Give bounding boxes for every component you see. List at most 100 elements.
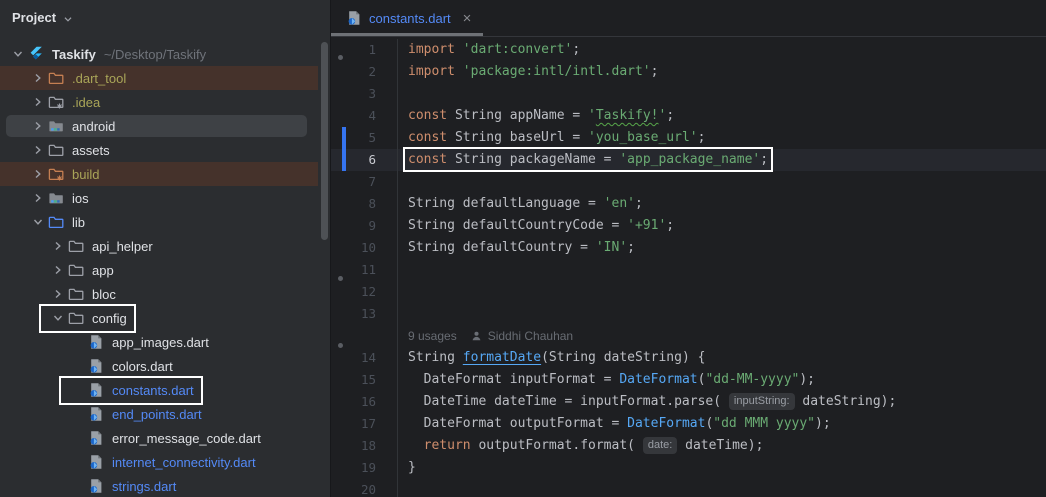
tree-item-end-points-dart[interactable]: end_points.dart bbox=[0, 402, 330, 426]
code-text[interactable]: } bbox=[398, 457, 416, 479]
folder-blue-icon bbox=[48, 214, 64, 230]
tree-item-ios[interactable]: ios bbox=[0, 186, 330, 210]
tree-item-constants-dart[interactable]: constants.dart bbox=[0, 378, 330, 402]
code-text[interactable] bbox=[398, 479, 408, 497]
code-vision-hint[interactable]: 9 usages Siddhi Chauhan bbox=[398, 325, 573, 347]
code-text[interactable]: const String baseUrl = 'you_base_url'; bbox=[398, 127, 705, 149]
project-scrollbar-thumb[interactable] bbox=[321, 42, 328, 240]
tree-item--idea[interactable]: .idea bbox=[0, 90, 330, 114]
chevron-right-icon[interactable] bbox=[28, 118, 48, 134]
code-text[interactable] bbox=[398, 171, 408, 193]
chevron-right-icon[interactable] bbox=[28, 94, 48, 110]
editor-gutter[interactable]: 12 bbox=[331, 281, 398, 303]
editor-gutter[interactable]: 3 bbox=[331, 83, 398, 105]
tree-item-label: error_message_code.dart bbox=[112, 431, 261, 446]
editor-gutter[interactable]: 20 bbox=[331, 479, 398, 497]
code-text[interactable]: String defaultLanguage = 'en'; bbox=[398, 193, 643, 215]
tree-item-app[interactable]: app bbox=[0, 258, 330, 282]
code-text[interactable] bbox=[398, 83, 408, 105]
code-line-1: 1import 'dart:convert'; bbox=[331, 39, 1046, 61]
editor-gutter[interactable]: 2 bbox=[331, 61, 398, 83]
editor-gutter[interactable]: 18 bbox=[331, 435, 398, 457]
tree-item-strings-dart[interactable]: strings.dart bbox=[0, 474, 330, 497]
author-hint[interactable]: Siddhi Chauhan bbox=[488, 325, 573, 347]
editor-gutter[interactable]: 6 bbox=[331, 149, 398, 171]
code-token: 'you_base_url' bbox=[588, 130, 698, 145]
tree-item-label: internet_connectivity.dart bbox=[112, 455, 256, 470]
code-text[interactable]: import 'dart:convert'; bbox=[398, 39, 580, 61]
chevron-right-icon bbox=[30, 70, 46, 86]
editor-gutter[interactable]: 17 bbox=[331, 413, 398, 435]
code-text[interactable]: const String packageName = 'app_package_… bbox=[398, 149, 768, 171]
editor-gutter[interactable]: 9 bbox=[331, 215, 398, 237]
tree-item-config[interactable]: config bbox=[0, 306, 330, 330]
code-token: ; bbox=[651, 64, 659, 79]
editor-gutter[interactable]: 16 bbox=[331, 391, 398, 413]
code-token: "dd-MM-yyyy" bbox=[705, 372, 799, 387]
folder-icon bbox=[68, 310, 85, 326]
dart-file-icon bbox=[346, 10, 362, 26]
tree-item-taskify[interactable]: Taskify~/Desktop/Taskify bbox=[0, 42, 330, 66]
code-token: ); bbox=[815, 416, 831, 431]
code-text[interactable]: return outputFormat.format( date: dateTi… bbox=[398, 435, 763, 457]
code-token: 'app_package_name' bbox=[619, 152, 760, 167]
editor-gutter[interactable]: 19 bbox=[331, 457, 398, 479]
chevron-right-icon[interactable] bbox=[28, 142, 48, 158]
editor-gutter[interactable]: 4 bbox=[331, 105, 398, 127]
editor-gutter[interactable]: 13 bbox=[331, 303, 398, 325]
code-text[interactable] bbox=[398, 281, 408, 303]
editor-gutter[interactable]: 10 bbox=[331, 237, 398, 259]
editor-gutter[interactable]: 15 bbox=[331, 369, 398, 391]
tree-item-internet-connectivity-dart[interactable]: internet_connectivity.dart bbox=[0, 450, 330, 474]
code-line-3: 3 bbox=[331, 83, 1046, 105]
code-editor[interactable]: 1import 'dart:convert';2import 'package:… bbox=[331, 37, 1046, 497]
code-token: dateTime); bbox=[677, 438, 763, 453]
tree-item-api-helper[interactable]: api_helper bbox=[0, 234, 330, 258]
usages-hint[interactable]: 9 usages bbox=[408, 325, 457, 347]
chevron-down-icon bbox=[10, 46, 26, 62]
chevron-down-icon[interactable] bbox=[8, 46, 28, 62]
code-line-19: 19} bbox=[331, 457, 1046, 479]
code-line-13: 13 bbox=[331, 303, 1046, 325]
tree-item-error-message-code-dart[interactable]: error_message_code.dart bbox=[0, 426, 330, 450]
tree-item-android[interactable]: android bbox=[0, 114, 330, 138]
tree-item-app-images-dart[interactable]: app_images.dart bbox=[0, 330, 330, 354]
code-token: String defaultCountryCode = bbox=[408, 218, 627, 233]
chevron-right-icon[interactable] bbox=[28, 166, 48, 182]
chevron-down-icon[interactable] bbox=[48, 310, 68, 326]
close-icon[interactable]: × bbox=[463, 11, 472, 26]
code-text[interactable] bbox=[398, 259, 408, 281]
chevron-right-icon[interactable] bbox=[48, 286, 68, 302]
line-number: 5 bbox=[368, 127, 376, 149]
tree-item-build[interactable]: build bbox=[0, 162, 330, 186]
tab-constants-dart[interactable]: constants.dart × bbox=[331, 0, 483, 36]
code-text[interactable]: String defaultCountry = 'IN'; bbox=[398, 237, 635, 259]
code-text[interactable]: DateTime dateTime = inputFormat.parse( i… bbox=[398, 391, 896, 413]
code-text[interactable] bbox=[398, 303, 408, 325]
line-number: 11 bbox=[361, 259, 376, 281]
code-token: ; bbox=[627, 240, 635, 255]
chevron-right-icon[interactable] bbox=[48, 238, 68, 254]
code-text[interactable]: String formatDate(String dateString) { bbox=[398, 347, 705, 369]
chevron-right-icon[interactable] bbox=[28, 190, 48, 206]
editor-gutter[interactable]: 5 bbox=[331, 127, 398, 149]
code-text[interactable]: const String appName = 'Taskify!'; bbox=[398, 105, 674, 127]
tree-item-lib[interactable]: lib bbox=[0, 210, 330, 234]
chevron-right-icon[interactable] bbox=[48, 262, 68, 278]
editor-gutter[interactable]: 14 bbox=[331, 347, 398, 369]
editor-gutter[interactable]: 8 bbox=[331, 193, 398, 215]
code-text[interactable]: String defaultCountryCode = '+91'; bbox=[398, 215, 674, 237]
chevron-right-icon[interactable] bbox=[28, 70, 48, 86]
editor-gutter[interactable]: 7 bbox=[331, 171, 398, 193]
tree-item-colors-dart[interactable]: colors.dart bbox=[0, 354, 330, 378]
line-number: 4 bbox=[368, 105, 376, 127]
chevron-down-icon[interactable] bbox=[28, 214, 48, 230]
code-text[interactable]: DateFormat outputFormat = DateFormat("dd… bbox=[398, 413, 831, 435]
tree-item--dart-tool[interactable]: .dart_tool bbox=[0, 66, 330, 90]
code-vision-line: 9 usages Siddhi Chauhan bbox=[331, 325, 1046, 347]
tree-item-bloc[interactable]: bloc bbox=[0, 282, 330, 306]
code-text[interactable]: import 'package:intl/intl.dart'; bbox=[398, 61, 658, 83]
code-text[interactable]: DateFormat inputFormat = DateFormat("dd-… bbox=[398, 369, 815, 391]
chevron-down-icon[interactable] bbox=[61, 12, 75, 26]
tree-item-assets[interactable]: assets bbox=[0, 138, 330, 162]
